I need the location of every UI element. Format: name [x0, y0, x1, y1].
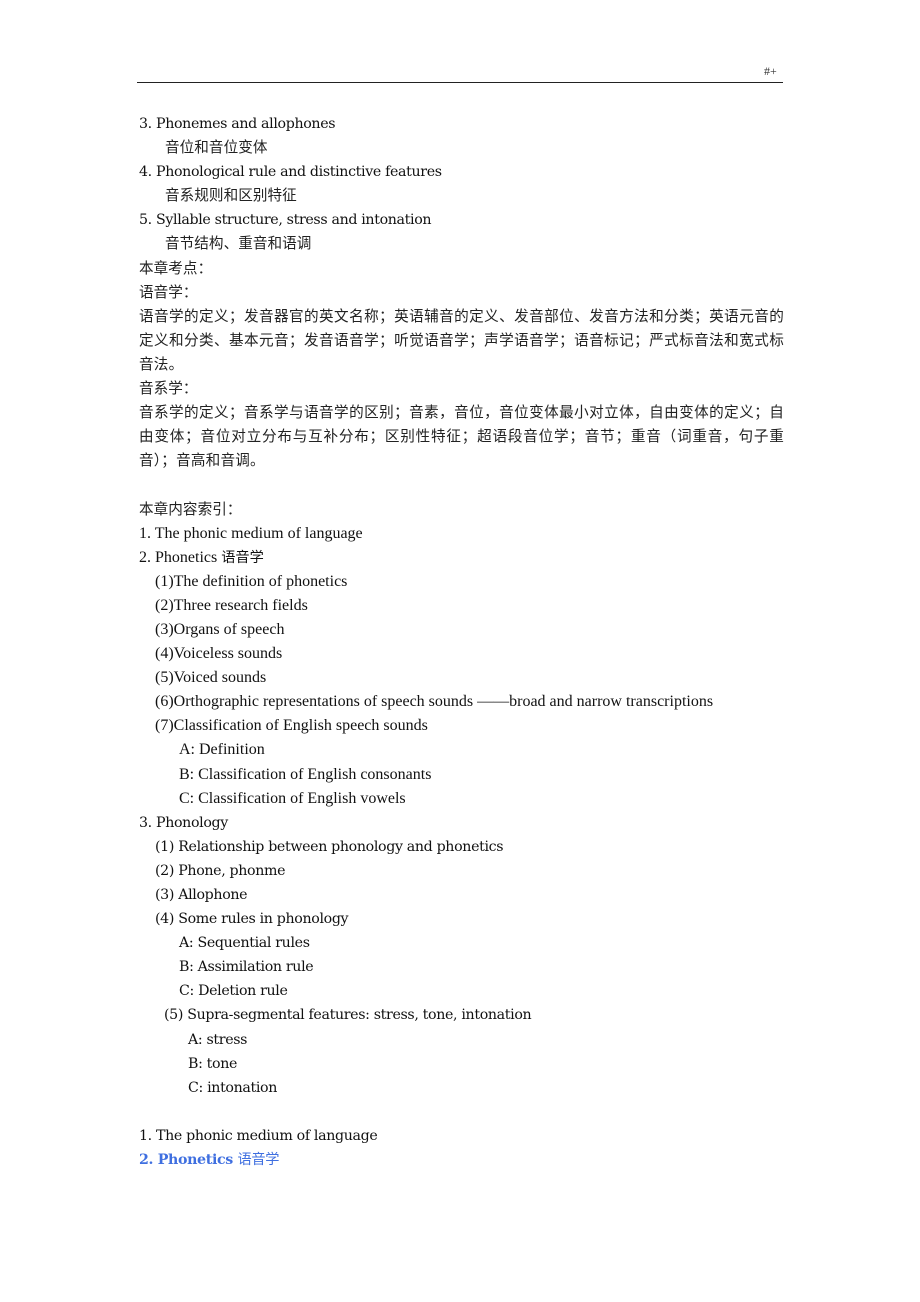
- top-item-cn: 音系规则和区别特征: [165, 187, 297, 205]
- index-item-1: 1. The phonic medium of language: [139, 524, 363, 542]
- phonetics-sub-item: (2)Three research fields: [155, 596, 308, 614]
- top-item-en: 5. Syllable structure, stress and intona…: [139, 212, 432, 229]
- suprasegmental-item: A: stress: [188, 1031, 248, 1048]
- section-heading-2: 2. Phonetics 语音学: [139, 1148, 784, 1172]
- phonetics-sub-item: (7)Classification of English speech soun…: [155, 717, 428, 735]
- suprasegmental-item: B: tone: [188, 1055, 238, 1072]
- page-content: 3. Phonemes and allophones 音位和音位变体 4. Ph…: [139, 112, 784, 1172]
- index-item-2: 2. Phonetics 语音学: [139, 546, 784, 570]
- top-item-cn: 音位和音位变体: [165, 139, 268, 157]
- phonetics-sub-item: (1)The definition of phonetics: [155, 572, 348, 590]
- phonology-sub-item: (4) Some rules in phonology: [155, 911, 349, 928]
- phonetics-label: 语音学：: [139, 283, 198, 301]
- phonology-label: 音系学：: [139, 380, 198, 398]
- phonetics-sub-item: (3)Organs of speech: [155, 620, 285, 638]
- phonetics-sub-item: (6)Orthographic representations of speec…: [155, 693, 714, 711]
- phonetics-sub-item: (5)Voiced sounds: [155, 669, 267, 687]
- page-header-mark: #+: [764, 64, 777, 78]
- phonology-sub-item: (5) Supra-segmental features: stress, to…: [164, 1007, 532, 1024]
- index-item-2-en: 2. Phonetics: [139, 548, 218, 566]
- header-divider: [137, 82, 783, 83]
- top-item-cn: 音节结构、重音和语调: [165, 235, 312, 253]
- section-heading-2-cn: 语音学: [237, 1152, 280, 1169]
- phonetics-exam-text: 语音学的定义；发音器官的英文名称；英语辅音的定义、发音部位、发音方法和分类；英语…: [139, 307, 784, 373]
- rule-item: A: Sequential rules: [179, 935, 310, 952]
- section-heading-1: 1. The phonic medium of language: [139, 1127, 378, 1144]
- rule-item: C: Deletion rule: [179, 983, 288, 1000]
- section-heading-2-en: 2. Phonetics: [139, 1152, 233, 1169]
- phonetics-sub-item: (4)Voiceless sounds: [155, 645, 283, 663]
- phonology-exam-text: 音系学的定义；音系学与语音学的区别；音素，音位，音位变体最小对立体，自由变体的定…: [139, 404, 784, 470]
- top-item-en: 4. Phonological rule and distinctive fea…: [139, 164, 442, 181]
- phonology-sub-item: (2) Phone, phonme: [155, 862, 286, 879]
- suprasegmental-item: C: intonation: [188, 1079, 278, 1096]
- index-item-2-cn: 语音学: [221, 549, 264, 566]
- classification-item: B: Classification of English consonants: [179, 765, 432, 783]
- classification-item: C: Classification of English vowels: [179, 789, 406, 807]
- phonology-sub-item: (3) Allophone: [155, 887, 248, 903]
- document-page: #+ 3. Phonemes and allophones 音位和音位变体 4.…: [0, 0, 920, 1302]
- index-item-3: 3. Phonology: [139, 814, 228, 831]
- phonology-sub-item: (1) Relationship between phonology and p…: [155, 838, 504, 855]
- classification-item: A: Definition: [179, 741, 265, 759]
- exam-points-title: 本章考点：: [139, 259, 213, 277]
- rule-item: B: Assimilation rule: [179, 959, 314, 976]
- index-title: 本章内容索引：: [139, 500, 242, 518]
- top-item-en: 3. Phonemes and allophones: [139, 116, 336, 132]
